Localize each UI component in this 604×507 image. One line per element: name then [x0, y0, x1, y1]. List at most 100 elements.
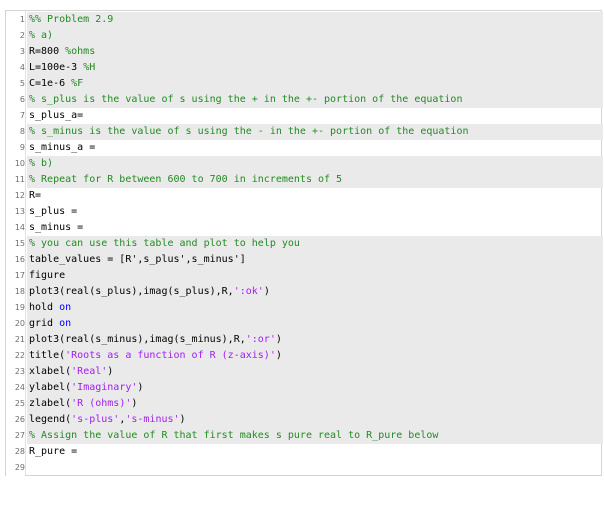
- line-code[interactable]: hold on: [27, 300, 603, 316]
- comment-token: %% Problem 2.9: [29, 14, 114, 25]
- line-number: 1: [6, 12, 25, 28]
- code-line[interactable]: 21 plot3(real(s_minus),imag(s_minus),R,':…: [6, 332, 603, 348]
- line-code[interactable]: grid on: [27, 316, 603, 332]
- line-code[interactable]: figure: [27, 268, 603, 284]
- code-line[interactable]: 10 % b): [6, 156, 603, 172]
- code-line[interactable]: 16 table_values = [R',s_plus',s_minus']: [6, 252, 603, 268]
- line-code[interactable]: title('Roots as a function of R (z-axis)…: [27, 348, 603, 364]
- line-code[interactable]: zlabel('R (ohms)'): [27, 396, 603, 412]
- code-token: ): [131, 398, 138, 409]
- line-code[interactable]: % s_plus is the value of s using the + i…: [27, 92, 603, 108]
- code-token: ): [263, 286, 270, 297]
- code-line[interactable]: 29: [6, 460, 603, 476]
- code-editor[interactable]: 1 %% Problem 2.9 2% a) 3 R=800 %ohms 4 L=100e-…: [5, 10, 603, 476]
- code-token: grid: [29, 318, 60, 329]
- line-number: 23: [6, 364, 25, 380]
- line-code[interactable]: xlabel('Real'): [27, 364, 603, 380]
- line-code[interactable]: % you can use this table and plot to hel…: [27, 236, 603, 252]
- code-token: R_pure =: [29, 446, 78, 457]
- line-code[interactable]: % Assign the value of R that first makes…: [27, 428, 603, 444]
- code-line[interactable]: 2 % a): [6, 28, 603, 44]
- keyword-token: on: [59, 302, 72, 313]
- code-line[interactable]: 8 % s_minus is the value of s using the -…: [6, 124, 603, 140]
- comment-token: % b): [29, 158, 54, 169]
- code-line[interactable]: 7 s_plus_a=: [6, 108, 603, 124]
- line-number: 14: [6, 220, 25, 236]
- string-token: 'Imaginary': [71, 382, 138, 393]
- line-code[interactable]: %% Problem 2.9: [27, 12, 603, 28]
- line-number: 17: [6, 268, 25, 284]
- line-code[interactable]: s_minus =: [27, 220, 603, 236]
- code-token: R=800: [29, 46, 66, 57]
- code-line[interactable]: 27 % Assign the value of R that first mak…: [6, 428, 603, 444]
- code-line[interactable]: 22 title('Roots as a function of R (z-axi…: [6, 348, 603, 364]
- code-token: plot3(real(s_minus),imag(s_minus),R,: [29, 334, 246, 345]
- code-line[interactable]: 1 %% Problem 2.9: [6, 12, 603, 28]
- code-token: hold: [29, 302, 60, 313]
- code-line[interactable]: 25 zlabel('R (ohms)'): [6, 396, 603, 412]
- code-token: s_plus_a=: [29, 110, 84, 121]
- code-line[interactable]: 23 xlabel('Real'): [6, 364, 603, 380]
- code-token: xlabel(: [29, 366, 72, 377]
- line-code[interactable]: s_plus_a=: [27, 108, 603, 124]
- line-number: 9: [6, 140, 25, 156]
- line-number: 15: [6, 236, 25, 252]
- code-line[interactable]: 3 R=800 %ohms: [6, 44, 603, 60]
- code-line[interactable]: 12 R=: [6, 188, 603, 204]
- code-line[interactable]: 4 L=100e-3 %H: [6, 60, 603, 76]
- code-token: s_minus_a =: [29, 142, 96, 153]
- line-code[interactable]: R_pure =: [27, 444, 603, 460]
- code-line[interactable]: 9 s_minus_a =: [6, 140, 603, 156]
- line-number: 26: [6, 412, 25, 428]
- line-code[interactable]: % s_minus is the value of s using the - …: [27, 124, 603, 140]
- line-number: 25: [6, 396, 25, 412]
- line-code[interactable]: s_minus_a =: [27, 140, 603, 156]
- line-code[interactable]: L=100e-3 %H: [27, 60, 603, 76]
- line-code[interactable]: s_plus =: [27, 204, 603, 220]
- line-code[interactable]: % Repeat for R between 600 to 700 in inc…: [27, 172, 603, 188]
- code-token: ): [137, 382, 144, 393]
- code-line[interactable]: 15 % you can use this table and plot to h…: [6, 236, 603, 252]
- code-token: title(: [29, 350, 66, 361]
- line-number: 5: [6, 76, 25, 92]
- code-line[interactable]: 5 C=1e-6 %F: [6, 76, 603, 92]
- code-line[interactable]: 13 s_plus =: [6, 204, 603, 220]
- code-line[interactable]: 18 plot3(real(s_plus),imag(s_plus),R,':ok…: [6, 284, 603, 300]
- code-line[interactable]: 24 ylabel('Imaginary'): [6, 380, 603, 396]
- gutter-divider: [25, 11, 26, 475]
- line-code[interactable]: R=: [27, 188, 603, 204]
- line-code[interactable]: plot3(real(s_minus),imag(s_minus),R,':or…: [27, 332, 603, 348]
- line-code[interactable]: % b): [27, 156, 603, 172]
- line-code[interactable]: table_values = [R',s_plus',s_minus']: [27, 252, 603, 268]
- line-number: 28: [6, 444, 25, 460]
- line-code[interactable]: R=800 %ohms: [27, 44, 603, 60]
- line-code[interactable]: ylabel('Imaginary'): [27, 380, 603, 396]
- line-code[interactable]: % a): [27, 28, 603, 44]
- line-code[interactable]: [27, 460, 603, 476]
- code-line[interactable]: 17 figure: [6, 268, 603, 284]
- code-token: ylabel(: [29, 382, 72, 393]
- code-line[interactable]: 6 % s_plus is the value of s using the + …: [6, 92, 603, 108]
- line-code[interactable]: plot3(real(s_plus),imag(s_plus),R,':ok'): [27, 284, 603, 300]
- line-code[interactable]: legend('s-plus','s-minus'): [27, 412, 603, 428]
- code-line[interactable]: 19 hold on: [6, 300, 603, 316]
- code-line[interactable]: 28 R_pure =: [6, 444, 603, 460]
- comment-token: % you can use this table and plot to hel…: [29, 238, 300, 249]
- code-line[interactable]: 20 grid on: [6, 316, 603, 332]
- code-token: table_values = [R',s_plus',s_minus']: [29, 254, 246, 265]
- comment-token: %H: [83, 62, 96, 73]
- comment-token: % s_minus is the value of s using the - …: [29, 126, 469, 137]
- line-number: 22: [6, 348, 25, 364]
- code-line[interactable]: 11 % Repeat for R between 600 to 700 in i…: [6, 172, 603, 188]
- line-number: 7: [6, 108, 25, 124]
- code-line[interactable]: 26 legend('s-plus','s-minus'): [6, 412, 603, 428]
- string-token: 'R (ohms)': [71, 398, 132, 409]
- string-token: 'Real': [71, 366, 108, 377]
- line-code[interactable]: C=1e-6 %F: [27, 76, 603, 92]
- line-number: 10: [6, 156, 25, 172]
- comment-token: % s_plus is the value of s using the + i…: [29, 94, 463, 105]
- comment-token: % Repeat for R between 600 to 700 in inc…: [29, 174, 343, 185]
- code-line[interactable]: 14 s_minus =: [6, 220, 603, 236]
- code-token: plot3(real(s_plus),imag(s_plus),R,: [29, 286, 234, 297]
- line-number: 4: [6, 60, 25, 76]
